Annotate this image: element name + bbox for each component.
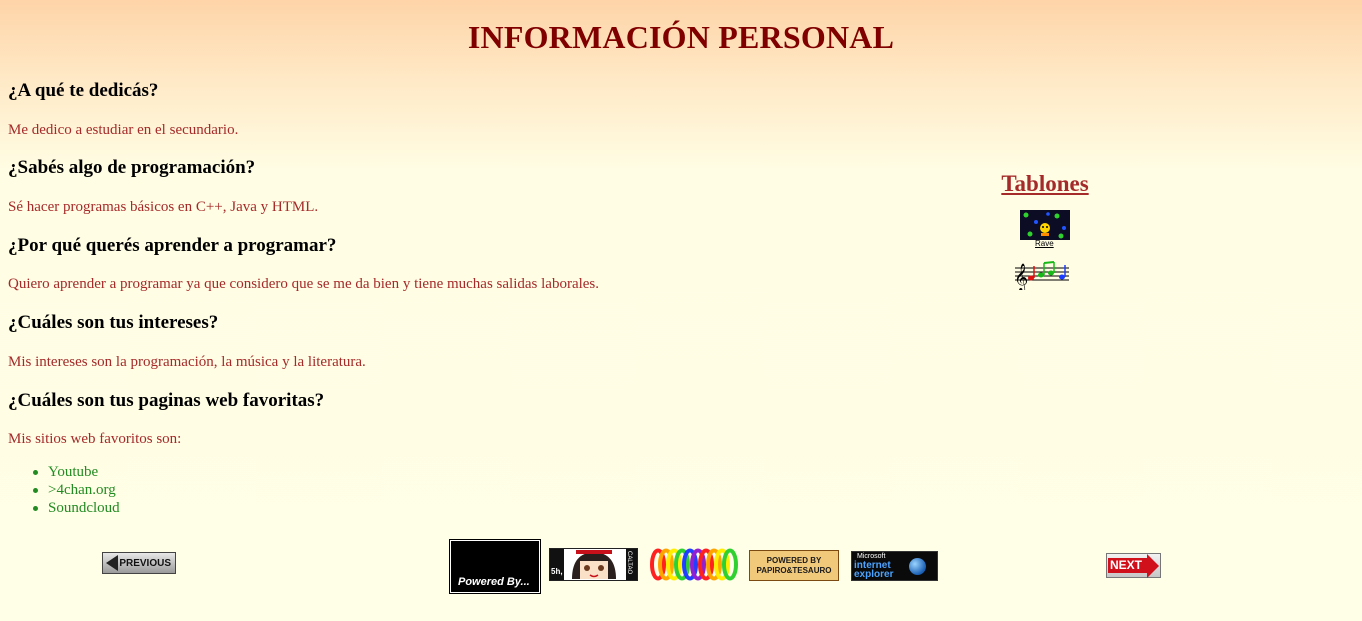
music-notes-icon: 𝄞: [1014, 261, 1069, 292]
favorite-link-4chan[interactable]: >4chan.org: [33, 481, 120, 499]
arrow-right-icon: [1147, 554, 1159, 578]
anime-face-icon: [550, 549, 637, 580]
ie-name-label: internet explorer: [854, 560, 894, 580]
answer-2: Sé hacer programas básicos en C++, Java …: [8, 199, 319, 215]
answer-5: Mis sitios web favoritos son:: [8, 431, 182, 447]
rainbow-rings-badge[interactable]: [650, 548, 739, 581]
answer-1: Me dedico a estudiar en el secundario.: [8, 122, 239, 138]
ie-microsoft-label: Microsoft: [857, 553, 886, 560]
papiro-badge[interactable]: POWERED BY PAPIRO&TESAURO: [749, 550, 839, 581]
anime-left-label: 5h,: [551, 567, 563, 576]
arrow-left-icon: [106, 555, 118, 571]
anime-banner-badge[interactable]: 5h, CALTAO: [549, 548, 638, 581]
ie-globe-icon: [909, 558, 926, 575]
next-button[interactable]: NEXT: [1106, 553, 1161, 578]
page-title: INFORMACIÓN PERSONAL: [467, 19, 895, 55]
answer-4: Mis intereses son la programación, la mú…: [8, 354, 366, 370]
favorite-link-soundcloud[interactable]: Soundcloud: [33, 499, 120, 517]
question-2: ¿Sabés algo de programación?: [8, 157, 256, 178]
question-3: ¿Por qué querés aprender a programar?: [8, 235, 337, 256]
favorite-link-youtube[interactable]: Youtube: [33, 463, 120, 481]
next-label: NEXT: [1110, 558, 1143, 572]
question-4: ¿Cuáles son tus intereses?: [8, 312, 219, 333]
question-5: ¿Cuáles son tus paginas web favoritas?: [8, 390, 325, 411]
svg-text:𝄞: 𝄞: [1014, 263, 1028, 290]
internet-explorer-badge[interactable]: Microsoft internet explorer: [851, 551, 938, 581]
rave-label: Rave: [1035, 239, 1054, 248]
anime-right-label: CALTAO: [626, 551, 632, 575]
sidebar-title-link[interactable]: Tablones: [990, 170, 1100, 198]
favorites-list: Youtube >4chan.org Soundcloud: [8, 463, 120, 517]
music-board-link[interactable]: 𝄞: [1013, 258, 1071, 292]
answer-3: Quiero aprender a programar ya que consi…: [8, 276, 600, 292]
rave-board-link[interactable]: Rave: [1020, 210, 1070, 250]
question-1: ¿A qué te dedicás?: [8, 80, 159, 101]
sidebar: Tablones: [990, 170, 1100, 198]
rainbow-rings-icon: [650, 548, 738, 581]
powered-by-badge[interactable]: Powered By...: [449, 539, 541, 594]
powered-by-label: Powered By...: [458, 576, 530, 588]
previous-button[interactable]: PREVIOUS: [102, 552, 176, 574]
papiro-label: POWERED BY PAPIRO&TESAURO: [756, 556, 832, 575]
previous-label: PREVIOUS: [119, 557, 171, 569]
